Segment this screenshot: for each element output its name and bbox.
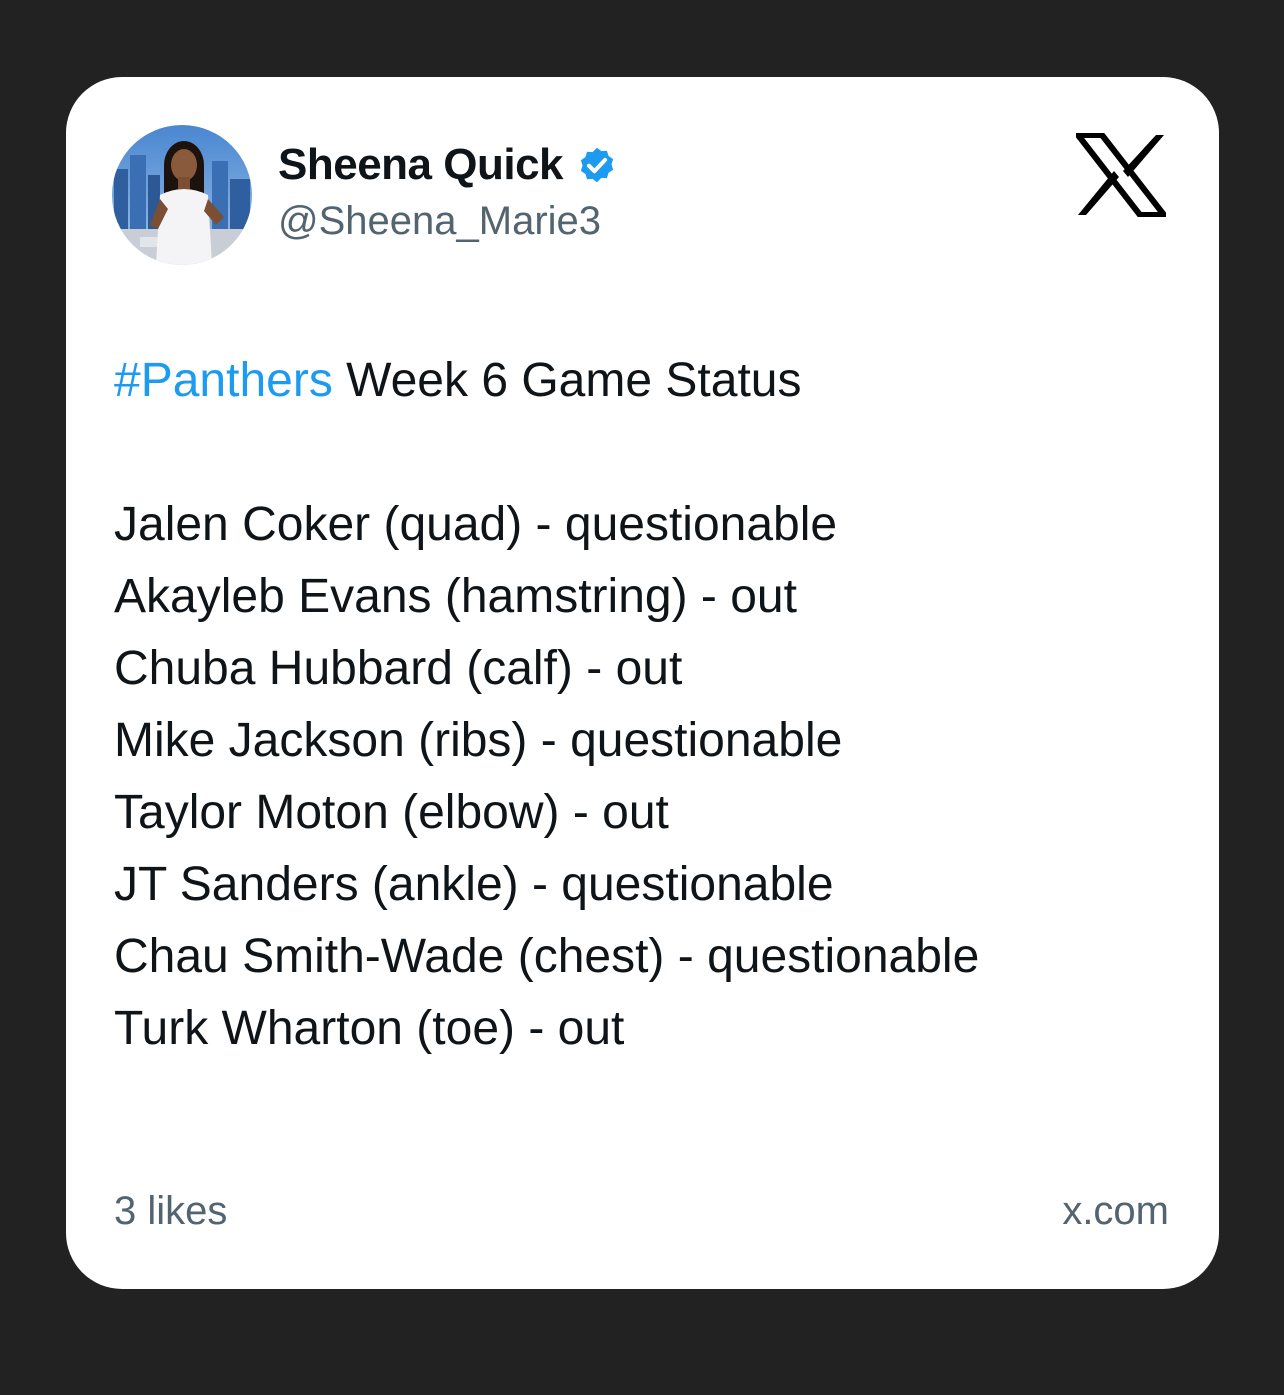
status-line: Akayleb Evans (hamstring) - out (114, 570, 797, 623)
headline-text: Week 6 Game Status (332, 354, 802, 407)
status-line: Chuba Hubbard (calf) - out (114, 642, 683, 695)
hashtag-link[interactable]: #Panthers (114, 354, 333, 407)
status-line: Taylor Moton (elbow) - out (114, 786, 669, 839)
tweet-headline: #Panthers Week 6 Game Status (114, 345, 1174, 417)
avatar[interactable] (112, 125, 252, 265)
status-line: JT Sanders (ankle) - questionable (114, 858, 834, 911)
status-line: Jalen Coker (quad) - questionable (114, 498, 838, 551)
author-name[interactable]: Sheena Quick (278, 140, 564, 190)
x-logo-icon[interactable] (1071, 132, 1171, 218)
likes-count[interactable]: 3 likes (114, 1189, 227, 1234)
tweet-card[interactable]: Sheena Quick @Sheena_Marie3 #Panthers We… (66, 77, 1219, 1289)
status-line: Turk Wharton (toe) - out (114, 1002, 625, 1055)
source-domain[interactable]: x.com (1062, 1189, 1169, 1234)
status-line: Chau Smith-Wade (chest) - questionable (114, 930, 980, 983)
author-handle[interactable]: @Sheena_Marie3 (278, 199, 601, 244)
status-line: Mike Jackson (ribs) - questionable (114, 714, 843, 767)
author-name-row[interactable]: Sheena Quick (278, 139, 619, 191)
verified-badge-icon (575, 143, 619, 187)
tweet-text: #Panthers Week 6 Game Status Jalen Coker… (114, 345, 1174, 1065)
status-list: Jalen Coker (quad) - questionable Akayle… (114, 489, 1174, 1065)
avatar-photo (112, 125, 252, 265)
